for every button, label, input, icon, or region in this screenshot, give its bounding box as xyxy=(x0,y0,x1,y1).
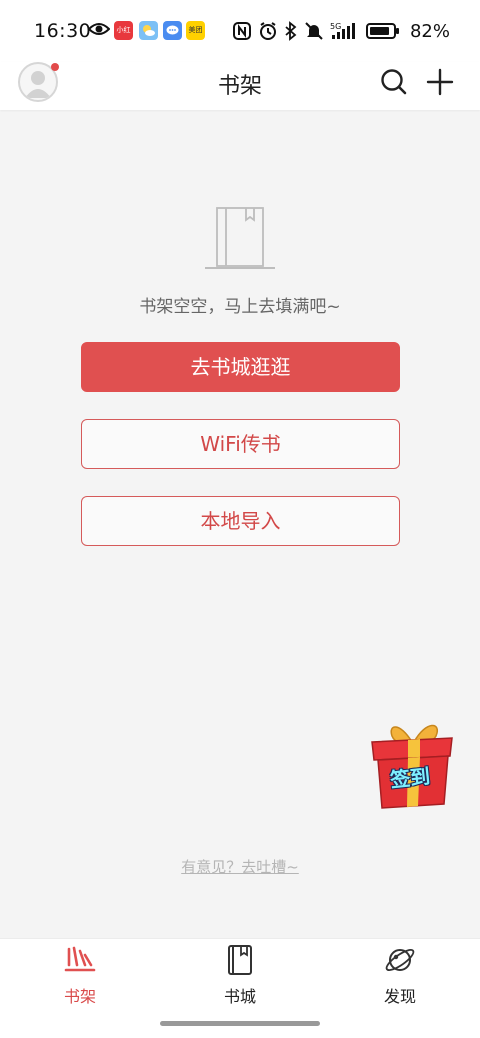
nav-label-bookstore: 书城 xyxy=(223,987,256,1006)
eye-icon xyxy=(88,23,110,35)
local-import-button[interactable]: 本地导入 xyxy=(81,496,400,546)
wifi-transfer-button[interactable]: WiFi传书 xyxy=(81,419,400,469)
xiaohongshu-app-icon: 小红书 xyxy=(114,21,133,40)
status-bar: 16:30 小红书 美团 5G 82% xyxy=(0,0,480,62)
app-header: 书架 xyxy=(0,62,480,110)
bluetooth-icon xyxy=(285,21,297,41)
message-app-icon xyxy=(163,21,182,40)
empty-message: 书架空空，马上去填满吧~ xyxy=(139,297,341,317)
planet-icon xyxy=(385,949,415,971)
meituan-app-icon: 美团 xyxy=(186,21,205,40)
svg-text:5G: 5G xyxy=(330,22,341,31)
nav-label-discover: 发现 xyxy=(383,987,416,1006)
book-icon xyxy=(228,945,252,975)
home-indicator[interactable] xyxy=(160,1021,320,1026)
battery-icon xyxy=(365,23,399,39)
signal-5g-icon: 5G xyxy=(330,22,355,39)
weather-app-icon xyxy=(139,21,158,40)
app-root: 16:30 小红书 美团 5G 82% xyxy=(0,0,480,1038)
feedback-link[interactable]: 有意见？去吐槽~ xyxy=(0,856,480,877)
nav-item-bookstore[interactable]: 书城 xyxy=(190,943,290,1007)
nav-item-bookshelf[interactable]: 书架 xyxy=(30,943,130,1007)
bookshelf-icon xyxy=(64,946,96,972)
alarm-icon xyxy=(259,22,276,40)
go-bookstore-button[interactable]: 去书城逛逛 xyxy=(81,342,400,392)
add-icon[interactable] xyxy=(424,66,456,98)
status-time: 16:30 xyxy=(34,20,92,42)
nav-item-discover[interactable]: 发现 xyxy=(350,943,450,1007)
empty-bookshelf-icon xyxy=(205,207,275,269)
nfc-icon xyxy=(232,22,251,40)
battery-percent: 82% xyxy=(409,20,450,42)
nav-label-bookshelf: 书架 xyxy=(63,987,96,1006)
search-icon[interactable] xyxy=(378,66,410,98)
status-icons: 5G 82% xyxy=(232,19,450,43)
mute-bell-icon xyxy=(305,22,323,40)
